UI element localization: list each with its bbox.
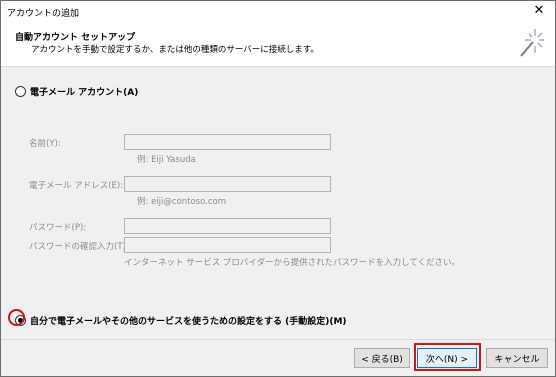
header-subtitle: アカウントを手動で設定するか、または他の種類のサーバーに接続します。: [31, 45, 319, 55]
magic-wand-icon: [520, 29, 544, 57]
email-account-radio[interactable]: [15, 86, 26, 97]
email-field[interactable]: [124, 176, 331, 192]
close-icon[interactable]: ✕: [531, 3, 547, 19]
manual-setup-option[interactable]: 自分で電子メールやその他のサービスを使うための設定をする (手動設定)(M): [15, 314, 347, 327]
dialog-header: 自動アカウント セットアップ アカウントを手動で設定するか、または他の種類のサー…: [1, 22, 555, 67]
add-account-dialog: アカウントの追加 ✕ 自動アカウント セットアップ アカウントを手動で設定するか…: [0, 0, 556, 377]
name-hint: 例: Eiji Yasuda: [137, 155, 196, 165]
window-title: アカウントの追加: [7, 9, 80, 19]
header-title: 自動アカウント セットアップ: [15, 33, 136, 43]
name-field[interactable]: [124, 134, 331, 150]
password-confirm-field[interactable]: [124, 237, 331, 253]
email-label: 電子メール アドレス(E):: [29, 181, 124, 191]
password-field[interactable]: [124, 218, 331, 234]
manual-setup-highlight: [8, 309, 25, 326]
email-account-option[interactable]: 電子メール アカウント(A): [15, 85, 138, 98]
password-note: インターネット サービス プロバイダーから提供されたパスワードを入力してください…: [124, 258, 461, 268]
cancel-button[interactable]: キャンセル: [486, 348, 548, 368]
email-hint: 例: eiji@contoso.com: [137, 197, 227, 207]
options-panel: 電子メール アカウント(A) 名前(Y): 例: Eiji Yasuda 電子メ…: [1, 67, 555, 340]
name-label: 名前(Y):: [29, 139, 61, 149]
next-button-highlight: [414, 343, 481, 371]
email-account-label: 電子メール アカウント(A): [30, 88, 139, 98]
manual-setup-label: 自分で電子メールやその他のサービスを使うための設定をする (手動設定)(M): [30, 317, 347, 327]
password-label: パスワード(P):: [29, 223, 87, 233]
password-confirm-label: パスワードの確認入力(T):: [29, 242, 129, 252]
back-button[interactable]: < 戻る(B): [354, 348, 410, 368]
title-bar: アカウントの追加 ✕: [1, 1, 555, 22]
